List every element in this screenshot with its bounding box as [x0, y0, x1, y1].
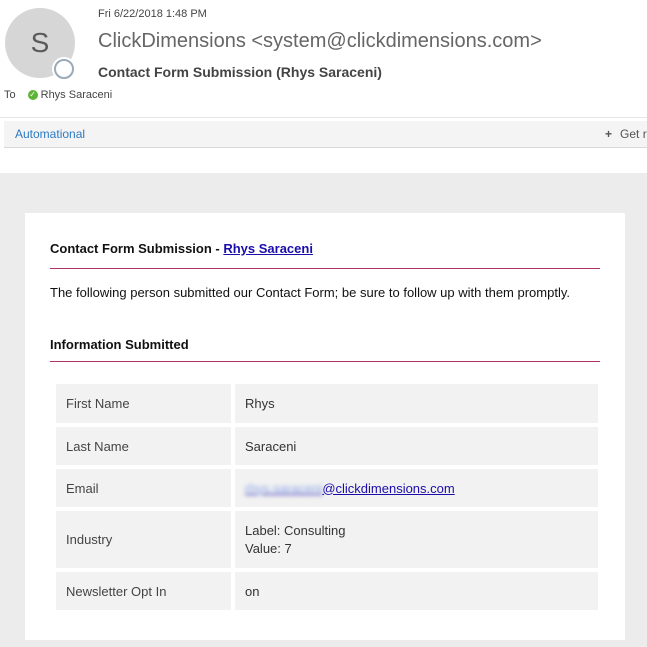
addin-bar: Automational + Get r: [4, 121, 647, 148]
first-name-label: First Name: [56, 384, 231, 423]
email-domain: @clickdimensions.com: [322, 480, 455, 496]
header-divider: [0, 117, 647, 118]
message-body: Contact Form Submission - Rhys Saraceni …: [0, 173, 647, 647]
check-icon: ✓: [27, 90, 38, 100]
table-row: Newsletter Opt In on: [56, 572, 598, 610]
industry-value: Label: Consulting Value: 7: [235, 511, 598, 568]
get-addins-button[interactable]: + Get r: [605, 127, 647, 141]
first-name-value: Rhys: [235, 384, 598, 423]
to-label: To: [4, 89, 16, 101]
email-card: Contact Form Submission - Rhys Saraceni …: [25, 213, 625, 640]
message-subject: Contact Form Submission (Rhys Saraceni): [98, 64, 382, 80]
message-date: Fri 6/22/2018 1:48 PM: [98, 8, 207, 20]
redacted-email-user: rhys.saraceni: [245, 480, 323, 496]
table-row: First Name Rhys: [56, 384, 598, 423]
sender-name[interactable]: ClickDimensions <system@clickdimensions.…: [98, 30, 542, 53]
avatar-letter: S: [30, 27, 50, 58]
recipient-name[interactable]: Rhys Saraceni: [41, 89, 113, 101]
last-name-value: Saraceni: [235, 427, 598, 465]
table-row: Industry Label: Consulting Value: 7: [56, 511, 598, 568]
email-address-link[interactable]: rhys.saraceni@clickdimensions.com: [245, 481, 455, 496]
email-label: Email: [56, 469, 231, 507]
industry-value-label: Label: Consulting: [245, 522, 346, 538]
email-title-prefix: Contact Form Submission -: [50, 241, 224, 256]
recipients-row: To ✓ Rhys Saraceni: [4, 89, 112, 101]
section-heading: Information Submitted: [50, 337, 189, 352]
contact-name-link[interactable]: Rhys Saraceni: [223, 241, 313, 256]
newsletter-label: Newsletter Opt In: [56, 572, 231, 610]
last-name-label: Last Name: [56, 427, 231, 465]
industry-label: Industry: [56, 511, 231, 568]
plus-icon: +: [605, 127, 613, 141]
industry-value-code: Value: 7: [245, 540, 292, 556]
intro-text: The following person submitted our Conta…: [50, 285, 570, 300]
email-value: rhys.saraceni@clickdimensions.com: [235, 469, 598, 507]
newsletter-value: on: [235, 572, 598, 610]
info-table: First Name Rhys Last Name Saraceni Email…: [52, 380, 602, 614]
table-row: Last Name Saraceni: [56, 427, 598, 465]
table-row: Email rhys.saraceni@clickdimensions.com: [56, 469, 598, 507]
presence-status-icon: [54, 59, 74, 79]
title-divider: [50, 268, 600, 269]
addin-automational-link[interactable]: Automational: [15, 127, 85, 141]
get-addins-label: Get r: [620, 127, 647, 141]
section-divider: [50, 361, 600, 362]
email-title: Contact Form Submission - Rhys Saraceni: [50, 241, 313, 256]
